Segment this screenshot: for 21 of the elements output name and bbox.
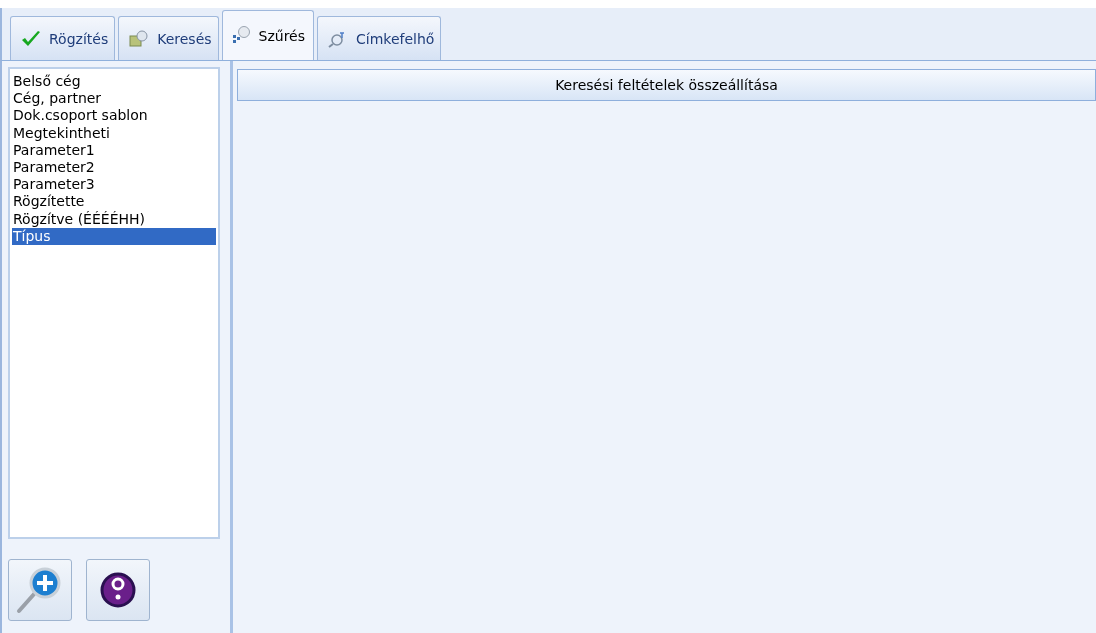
filter-icon — [230, 25, 251, 46]
field-list-item[interactable]: Megtekintheti — [12, 124, 216, 142]
field-list-item[interactable]: Típus — [12, 227, 216, 246]
checkmark-icon — [21, 29, 41, 48]
field-list-item[interactable]: Cég, partner — [12, 90, 216, 108]
field-list-item[interactable]: Parameter2 — [12, 159, 216, 177]
field-list-item[interactable]: Rögzítve (ÉÉÉÉHH) — [12, 210, 216, 228]
field-list-item[interactable]: Parameter3 — [12, 176, 216, 194]
field-list-item[interactable]: Dok.csoport sablon — [12, 107, 216, 125]
magnifier-picture-icon — [129, 29, 150, 48]
tab[interactable]: Szűrés — [221, 10, 314, 60]
field-list-item[interactable]: Belső cég — [12, 73, 216, 91]
help-button[interactable] — [86, 559, 150, 621]
tab[interactable]: Keresés — [118, 16, 219, 60]
add-criterion-button[interactable] — [8, 559, 72, 621]
criteria-header: Keresési feltételek összeállítása — [237, 69, 1096, 101]
field-list-item[interactable]: Parameter1 — [12, 141, 216, 159]
help-icon — [98, 570, 138, 610]
tab[interactable]: Címkefelhő — [317, 16, 442, 60]
tab[interactable]: Rögzítés — [10, 16, 116, 60]
field-list-item[interactable]: Rögzítette — [12, 193, 216, 211]
